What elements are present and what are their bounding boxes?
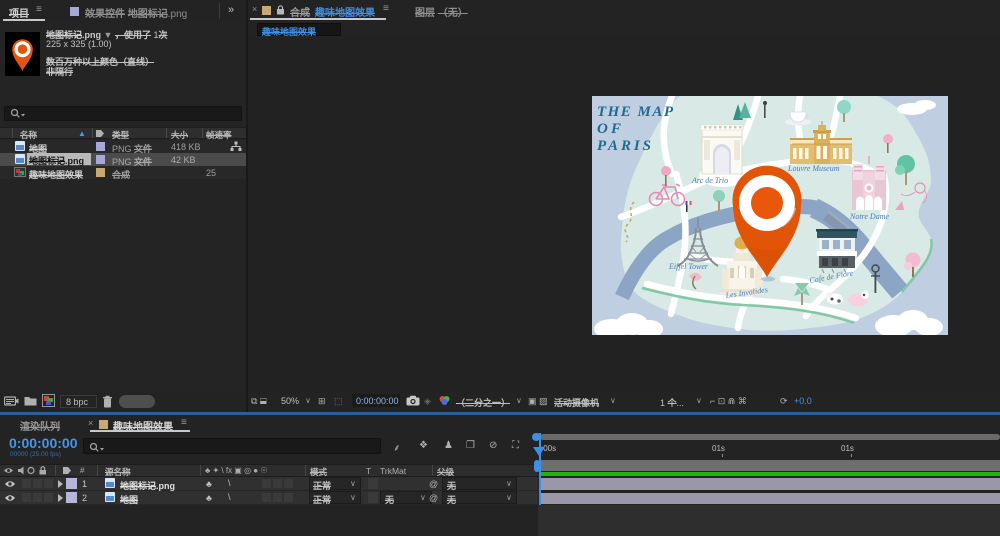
svg-text:Arc de Trio: Arc de Trio — [691, 176, 728, 185]
svg-text:THE MAP: THE MAP — [597, 104, 674, 120]
svg-text:Louvre Museum: Louvre Museum — [787, 164, 840, 173]
svg-text:Eiffel Tower: Eiffel Tower — [668, 262, 709, 271]
svg-text:Notre Dame: Notre Dame — [849, 212, 889, 221]
